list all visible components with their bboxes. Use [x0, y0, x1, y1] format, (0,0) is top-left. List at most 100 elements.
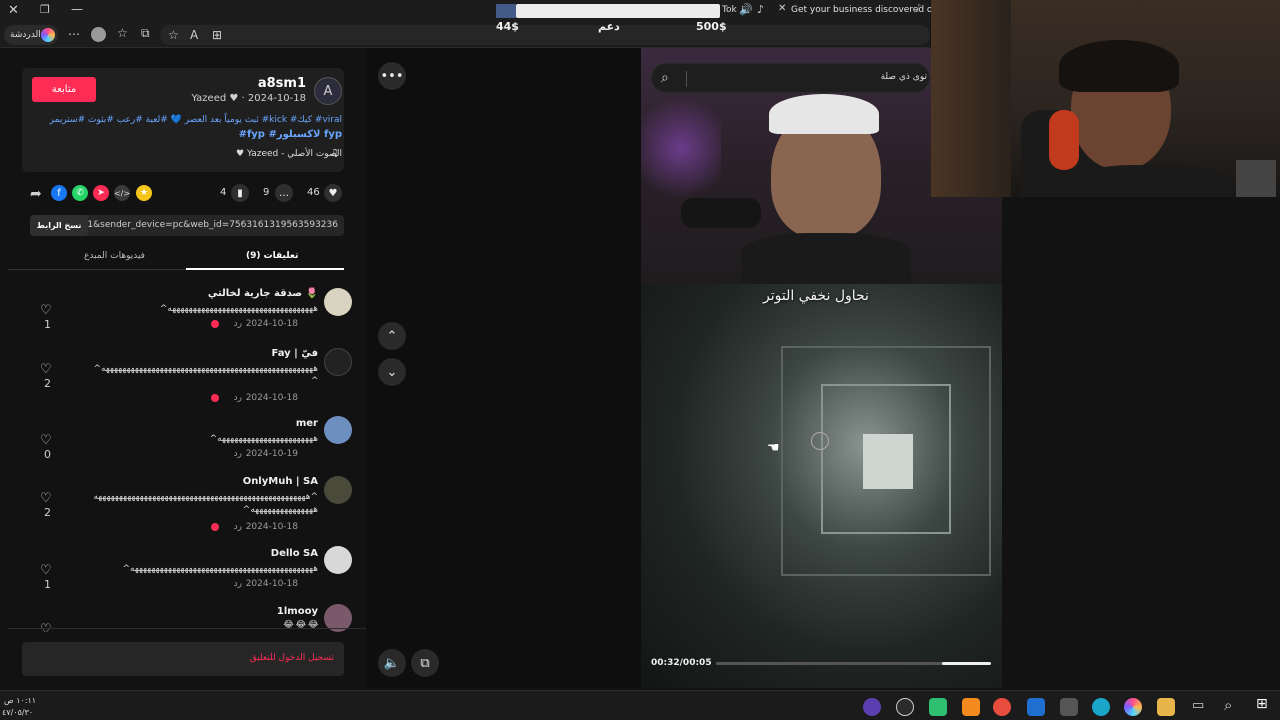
taskbar-clock-time[interactable]: ١٠:١١ ص — [4, 696, 36, 705]
reply-button[interactable]: رد — [234, 319, 242, 329]
outlook-icon[interactable] — [1027, 698, 1045, 716]
more-options-icon[interactable]: ⋯ — [68, 27, 80, 41]
login-to-comment-box[interactable]: تسجيل الدخول للتعليق — [22, 642, 344, 676]
facebook-icon[interactable]: f — [51, 185, 67, 201]
previous-video-button[interactable]: ⌃ — [378, 322, 406, 350]
avatar[interactable] — [324, 416, 352, 444]
comment-author[interactable]: Fay | فيّ — [272, 348, 319, 359]
copilot-icon[interactable] — [1124, 698, 1142, 716]
apps-icon[interactable]: ⊞ — [212, 28, 222, 42]
webcam-overlay — [931, 0, 1280, 197]
microphone — [681, 198, 761, 228]
restore-icon[interactable]: ❐ — [40, 3, 50, 16]
search-icon[interactable]: ⌕ — [1224, 696, 1232, 714]
heart-icon[interactable]: ♥ — [324, 184, 342, 202]
avatar[interactable] — [324, 546, 352, 574]
comment-author[interactable]: mer — [296, 418, 318, 429]
address-field[interactable]: ☆ A ⊞ — [160, 25, 930, 45]
chevron-up-icon: ⌃ — [386, 328, 398, 344]
comment-author[interactable]: صدقة جارية لخالتي 🌷 — [208, 288, 318, 299]
video-side-controls: ••• ⌃ ⌄ 🔈 ⧉ — [366, 48, 641, 688]
next-video-button[interactable]: ⌄ — [378, 358, 406, 386]
reply-button[interactable]: رد — [234, 393, 242, 403]
favorite-star-icon[interactable]: ★ — [136, 185, 152, 201]
avatar[interactable] — [324, 476, 352, 504]
search-icon[interactable]: ⌕ — [661, 70, 669, 86]
progress-bar[interactable] — [716, 662, 991, 665]
comment-like-icon[interactable]: ♡ — [40, 491, 52, 506]
share-icon[interactable]: ➦ — [30, 186, 42, 202]
comment-like-icon[interactable]: ♡ — [40, 303, 52, 318]
speaker-icon[interactable]: 🔊 — [739, 3, 753, 16]
comment-like-icon[interactable]: ♡ — [40, 433, 52, 448]
read-aloud-icon[interactable]: A — [190, 28, 198, 42]
comment-like-count: 2 — [44, 506, 51, 519]
task-view-icon[interactable]: ▭ — [1192, 698, 1204, 713]
comment-date: 2024-10-18 — [245, 579, 298, 589]
more-options-button[interactable]: ••• — [378, 62, 406, 90]
person-shoulders — [1071, 165, 1231, 197]
comment-text: ^ههههههههههههههههههههههههههههههههههههههه… — [93, 364, 318, 374]
embed-icon[interactable]: </> — [114, 185, 130, 201]
minimize-icon[interactable]: — — [71, 2, 83, 16]
creator-liked-icon — [211, 320, 219, 328]
store-icon[interactable] — [1060, 698, 1078, 716]
close-tab-icon[interactable]: ✕ — [778, 3, 786, 14]
search-bar[interactable]: ⌕ توى ذي صلة — [651, 63, 930, 93]
windows-start-icon[interactable]: ⊞ — [1256, 696, 1268, 712]
follow-button[interactable]: متابعة — [32, 77, 96, 102]
file-explorer-icon[interactable] — [1157, 698, 1175, 716]
stat-middle: دعم — [598, 20, 620, 33]
login-to-comment-label[interactable]: تسجيل الدخول للتعليق — [250, 653, 334, 663]
whatsapp-icon[interactable]: ✆ — [72, 185, 88, 201]
post-sound[interactable]: ♥ Yazeed - الصوت الأصلي — [236, 149, 342, 159]
add-favorite-icon[interactable]: ☆ — [168, 28, 179, 42]
favorites-icon[interactable]: ☆ — [117, 26, 128, 40]
comments-count: 9 — [263, 187, 270, 198]
edge-icon[interactable] — [1092, 698, 1110, 716]
avatar[interactable] — [324, 288, 352, 316]
taskbar-app-icon[interactable] — [863, 698, 881, 716]
comment-date: 2024-10-18 — [245, 393, 298, 403]
reply-button[interactable]: رد — [234, 579, 242, 589]
address-bar-overlay[interactable] — [516, 4, 720, 18]
post-username[interactable]: a8sm1 — [258, 76, 306, 91]
reply-button[interactable]: رد — [234, 522, 242, 532]
comment-author[interactable]: Dello SA — [271, 548, 318, 559]
avatar[interactable] — [324, 348, 352, 376]
comment-author[interactable]: 1lmooy — [277, 606, 318, 617]
pip-icon: ⧉ — [420, 655, 430, 671]
comment-like-icon[interactable]: ♡ — [40, 622, 52, 632]
comment-icon[interactable]: … — [275, 184, 293, 202]
comment-author[interactable]: OnlyMuh | SA — [243, 476, 318, 487]
chat-button[interactable]: الدردشة — [4, 25, 58, 45]
extensions-icon[interactable]: ⧉ — [141, 26, 150, 41]
bookmark-icon[interactable]: ▮ — [231, 184, 249, 202]
likes-count: 46 — [307, 187, 320, 198]
chat-button-label: الدردشة — [10, 30, 41, 40]
taskbar-clock-date[interactable]: ٤٧/٠٥/٣٠ — [2, 708, 33, 717]
post-link[interactable]: ...=1&sender_device=pc&web_id=7563161319… — [71, 220, 338, 230]
profile-avatar-icon[interactable] — [91, 27, 106, 42]
send-to-friends-icon[interactable]: ➤ — [93, 185, 109, 201]
copy-link-button[interactable]: نسخ الرابط — [30, 215, 88, 236]
taskbar-app-icon[interactable] — [929, 698, 947, 716]
author-avatar[interactable]: A — [314, 77, 342, 105]
taskbar-app-icon[interactable] — [896, 698, 914, 716]
reply-button[interactable]: رد — [234, 449, 242, 459]
comment-like-icon[interactable]: ♡ — [40, 362, 52, 377]
close-window-icon[interactable]: ✕ — [8, 3, 19, 18]
link-box: ...=1&sender_device=pc&web_id=7563161319… — [30, 215, 344, 236]
corridor-light — [863, 434, 913, 489]
chrome-icon[interactable] — [993, 698, 1011, 716]
comment-like-count: 2 — [44, 377, 51, 390]
taskbar-app-icon[interactable] — [962, 698, 980, 716]
window-frame — [1236, 160, 1276, 197]
browser-toolbar: الدردشة ⋯ ☆ ⧉ ☆ A ⊞ — [0, 22, 930, 48]
comment-like-icon[interactable]: ♡ — [40, 563, 52, 578]
tab-comments[interactable]: (9) تعليقات — [246, 251, 298, 261]
creator-liked-icon — [211, 523, 219, 531]
picture-in-picture-button[interactable]: ⧉ — [411, 649, 439, 677]
tab-creator-videos[interactable]: فيديوهات المبدع — [84, 251, 145, 261]
volume-button[interactable]: 🔈 — [378, 649, 406, 677]
